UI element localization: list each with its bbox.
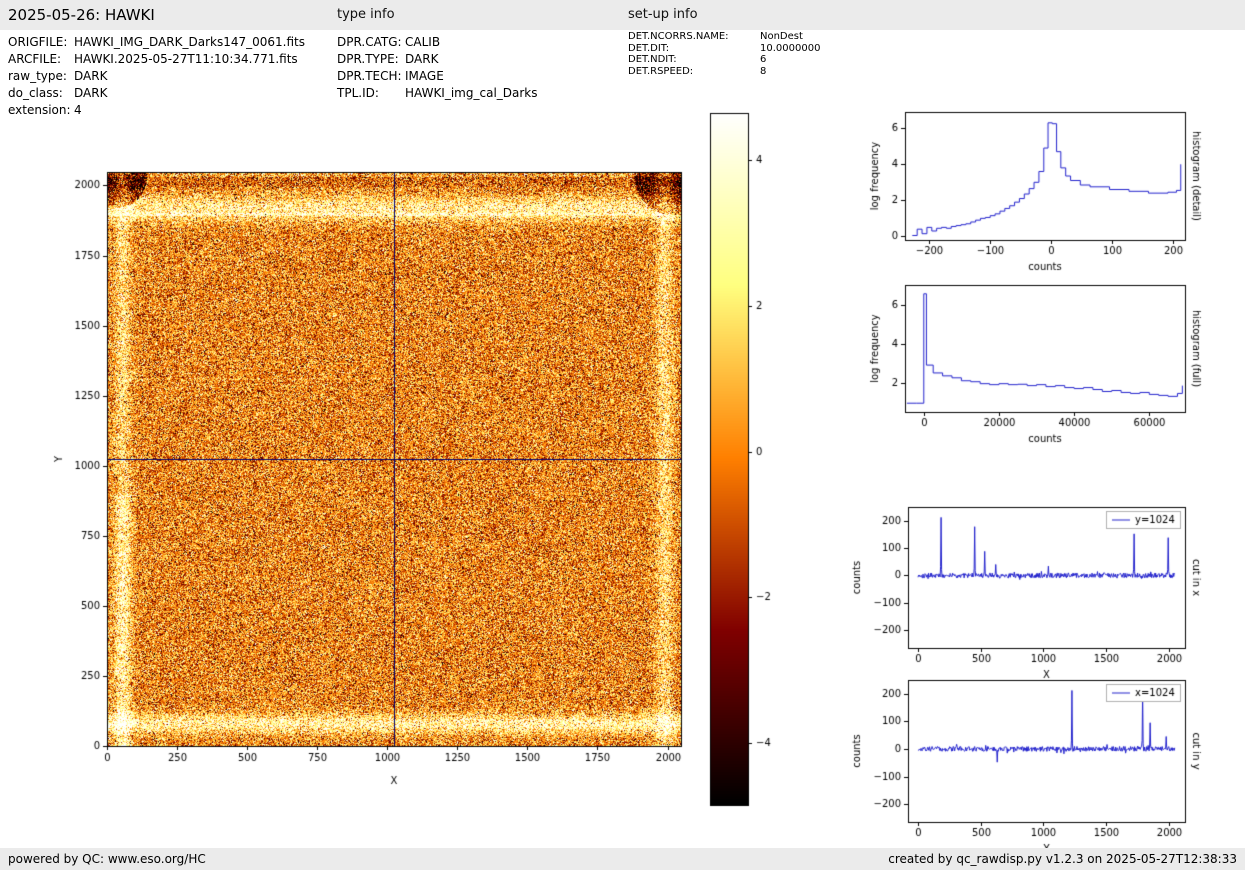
type-info-heading: type info: [337, 7, 395, 22]
info-value: HAWKI.2025-05-27T11:10:34.771.fits: [74, 52, 298, 66]
raw-image-canvas: [20, 128, 700, 800]
info-row: ORIGFILE: HAWKI_IMG_DARK_Darks147_0061.fi…: [8, 34, 305, 51]
page-title: 2025-05-26: HAWKI: [8, 6, 155, 24]
info-label: DPR.TYPE:: [337, 52, 399, 66]
cut-in-y-canvas: [850, 663, 1245, 863]
info-row: DPR.CATG: CALIB: [337, 34, 538, 51]
info-label: ARCFILE:: [8, 52, 62, 66]
info-value: DARK: [405, 52, 439, 66]
info-value: NonDest: [760, 31, 803, 42]
info-row: ARCFILE: HAWKI.2025-05-27T11:10:34.771.fi…: [8, 51, 305, 68]
histogram-full-canvas: [850, 268, 1245, 453]
info-row: do_class: DARK: [8, 85, 305, 102]
info-row: DPR.TYPE: DARK: [337, 51, 538, 68]
info-label: TPL.ID:: [337, 86, 379, 100]
info-row: DET.DIT: 10.0000000: [628, 43, 820, 55]
info-label: extension:: [8, 103, 71, 117]
info-row: DET.NCORRS.NAME: NonDest: [628, 31, 820, 43]
info-row: raw_type: DARK: [8, 68, 305, 85]
colorbar-canvas: [698, 100, 808, 830]
info-value: 6: [760, 54, 767, 65]
histogram-detail-canvas: [850, 95, 1245, 280]
info-label: DPR.TECH:: [337, 69, 402, 83]
info-value: DARK: [74, 86, 108, 100]
info-value: CALIB: [405, 35, 441, 49]
info-value: HAWKI_IMG_DARK_Darks147_0061.fits: [74, 35, 305, 49]
info-value: HAWKI_img_cal_Darks: [405, 86, 538, 100]
info-value: DARK: [74, 69, 108, 83]
info-value: IMAGE: [405, 69, 444, 83]
info-label: raw_type:: [8, 69, 67, 83]
setup-info-heading: set-up info: [628, 7, 698, 22]
info-row: DET.NDIT: 6: [628, 54, 820, 66]
info-label: DET.DIT:: [628, 42, 670, 54]
setup-info-block: DET.NCORRS.NAME: NonDest DET.DIT: 10.000000…: [628, 31, 820, 77]
info-value: 4: [74, 103, 82, 117]
footer-bar: powered by QC: www.eso.org/HC created by…: [0, 848, 1245, 870]
info-label: do_class:: [8, 86, 63, 100]
info-label: DET.NCORRS.NAME:: [628, 31, 729, 42]
info-label: DET.RSPEED:: [628, 65, 694, 77]
info-row: DPR.TECH: IMAGE: [337, 68, 538, 85]
info-value: 8: [760, 65, 767, 77]
info-row: DET.RSPEED: 8: [628, 66, 820, 78]
header-bar: 2025-05-26: HAWKI type info set-up info: [0, 0, 1245, 30]
footer-right-text: created by qc_rawdisp.py v1.2.3 on 2025-…: [888, 852, 1237, 866]
qc-report-page: 2025-05-26: HAWKI type info set-up info …: [0, 0, 1245, 870]
cut-in-x-canvas: [850, 490, 1245, 690]
info-value: 10.0000000: [760, 42, 821, 54]
info-label: DPR.CATG:: [337, 35, 402, 49]
info-row: extension: 4: [8, 102, 305, 119]
info-row: TPL.ID: HAWKI_img_cal_Darks: [337, 85, 538, 102]
footer-left-text: powered by QC: www.eso.org/HC: [8, 852, 206, 866]
info-label: DET.NDIT:: [628, 54, 677, 65]
type-info-block: DPR.CATG: CALIB DPR.TYPE: DARK DPR.TECH: IMAG…: [337, 34, 538, 102]
file-info-block: ORIGFILE: HAWKI_IMG_DARK_Darks147_0061.fi…: [8, 34, 305, 119]
info-label: ORIGFILE:: [8, 35, 68, 49]
